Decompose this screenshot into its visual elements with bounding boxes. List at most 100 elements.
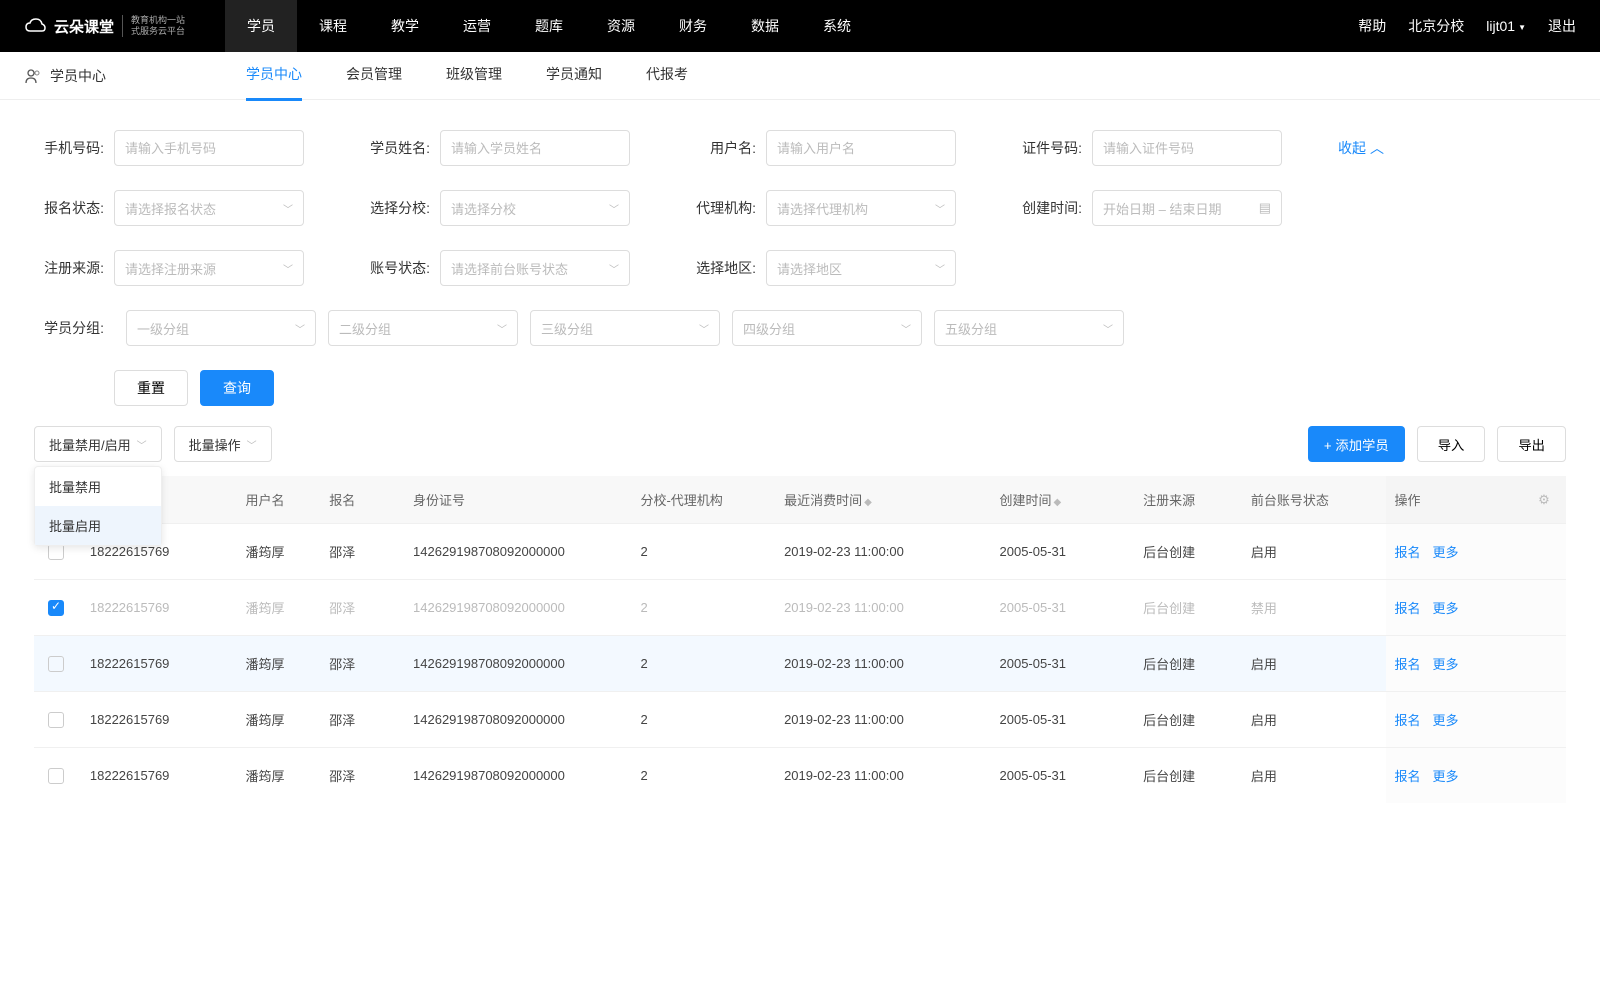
- import-button[interactable]: 导入: [1417, 426, 1486, 462]
- cell-username: 潘筠厚: [237, 524, 321, 580]
- dropdown-menu: 批量禁用 批量启用: [34, 466, 162, 546]
- add-student-button[interactable]: + 添加学员: [1308, 426, 1405, 462]
- group1-select[interactable]: 一级分组﹀: [126, 310, 316, 346]
- nav-item-1[interactable]: 课程: [297, 0, 369, 52]
- col-status[interactable]: 前台账号状态: [1243, 476, 1387, 524]
- group3-select[interactable]: 三级分组﹀: [530, 310, 720, 346]
- col-username[interactable]: 用户名: [237, 476, 321, 524]
- nav-item-4[interactable]: 题库: [513, 0, 585, 52]
- nav-item-3[interactable]: 运营: [441, 0, 513, 52]
- username-input[interactable]: [766, 130, 956, 166]
- col-regsource[interactable]: 注册来源: [1135, 476, 1243, 524]
- col-name[interactable]: 报名: [321, 476, 405, 524]
- name-input[interactable]: [440, 130, 630, 166]
- gear-icon[interactable]: ⚙: [1538, 492, 1550, 507]
- batch-op-dropdown[interactable]: 批量操作﹀: [174, 426, 272, 462]
- enroll-link[interactable]: 报名: [1394, 769, 1420, 784]
- enroll-link[interactable]: 报名: [1394, 657, 1420, 672]
- sub-nav: 学员中心 学员中心会员管理班级管理学员通知 代报考: [0, 52, 1600, 100]
- nav-item-2[interactable]: 教学: [369, 0, 441, 52]
- branch-link[interactable]: 北京分校: [1408, 16, 1464, 36]
- cell-username: 潘筠厚: [237, 748, 321, 804]
- group4-select[interactable]: 四级分组﹀: [732, 310, 922, 346]
- more-link[interactable]: 更多: [1432, 713, 1458, 728]
- table-row: 18222615769潘筠厚邵泽142629198708092000000220…: [34, 636, 1566, 692]
- user-menu[interactable]: lijt01: [1486, 18, 1526, 34]
- search-button[interactable]: 查询: [200, 370, 274, 406]
- batch-disable-item[interactable]: 批量禁用: [35, 467, 161, 506]
- reset-button[interactable]: 重置: [114, 370, 188, 406]
- col-createtime[interactable]: 创建时间◆: [992, 476, 1136, 524]
- enroll-link[interactable]: 报名: [1394, 713, 1420, 728]
- row-checkbox[interactable]: [48, 768, 64, 784]
- idno-input[interactable]: [1092, 130, 1282, 166]
- collapse-toggle[interactable]: 收起︿: [1338, 138, 1384, 158]
- cell-regsource: 后台创建: [1135, 580, 1243, 636]
- more-link[interactable]: 更多: [1432, 769, 1458, 784]
- row-checkbox[interactable]: [48, 600, 64, 616]
- chevron-up-icon: ︿: [1370, 138, 1384, 158]
- branch-select[interactable]: 请选择分校﹀: [440, 190, 630, 226]
- row-checkbox[interactable]: [48, 656, 64, 672]
- cell-name: 邵泽: [321, 580, 405, 636]
- table-row: 18222615769潘筠厚邵泽142629198708092000000220…: [34, 748, 1566, 804]
- acctstatus-select[interactable]: 请选择前台账号状态﹀: [440, 250, 630, 286]
- nav-item-8[interactable]: 系统: [801, 0, 873, 52]
- sub-nav-items: 学员中心会员管理班级管理学员通知 代报考: [246, 50, 688, 101]
- cell-username: 潘筠厚: [237, 636, 321, 692]
- sub-nav-item-2[interactable]: 班级管理: [446, 50, 502, 101]
- more-link[interactable]: 更多: [1432, 657, 1458, 672]
- cell-regsource: 后台创建: [1135, 748, 1243, 804]
- regsource-label: 注册来源:: [34, 258, 104, 278]
- createtime-label: 创建时间:: [1012, 198, 1082, 218]
- sub-nav-item-1[interactable]: 会员管理: [346, 50, 402, 101]
- enroll-status-select[interactable]: 请选择报名状态﹀: [114, 190, 304, 226]
- more-link[interactable]: 更多: [1432, 601, 1458, 616]
- name-label: 学员姓名:: [360, 138, 430, 158]
- phone-label: 手机号码:: [34, 138, 104, 158]
- regsource-select[interactable]: 请选择注册来源﹀: [114, 250, 304, 286]
- nav-item-5[interactable]: 资源: [585, 0, 657, 52]
- cell-idno: 142629198708092000000: [405, 748, 632, 804]
- cloud-icon: [24, 17, 46, 35]
- col-branch[interactable]: 分校-代理机构: [632, 476, 776, 524]
- sub-nav-item-3[interactable]: 学员通知: [546, 50, 602, 101]
- enroll-link[interactable]: 报名: [1394, 545, 1420, 560]
- group5-select[interactable]: 五级分组﹀: [934, 310, 1124, 346]
- more-link[interactable]: 更多: [1432, 545, 1458, 560]
- sort-icon: ◆: [1054, 497, 1062, 508]
- agency-label: 代理机构:: [686, 198, 756, 218]
- chevron-down-icon: ﹀: [935, 261, 945, 276]
- nav-item-0[interactable]: 学员: [225, 0, 297, 52]
- cell-regsource: 后台创建: [1135, 524, 1243, 580]
- enroll-link[interactable]: 报名: [1394, 601, 1420, 616]
- nav-item-7[interactable]: 数据: [729, 0, 801, 52]
- region-select[interactable]: 请选择地区﹀: [766, 250, 956, 286]
- col-idno[interactable]: 身份证号: [405, 476, 632, 524]
- export-button[interactable]: 导出: [1497, 426, 1566, 462]
- batch-enable-item[interactable]: 批量启用: [35, 506, 161, 545]
- logo[interactable]: 云朵课堂 教育机构一站式服务云平台: [24, 15, 185, 37]
- col-lastspend[interactable]: 最近消费时间◆: [776, 476, 991, 524]
- chevron-down-icon: ﹀: [609, 201, 619, 216]
- cell-lastspend: 2019-02-23 11:00:00: [776, 748, 991, 804]
- group2-select[interactable]: 二级分组﹀: [328, 310, 518, 346]
- cell-name: 邵泽: [321, 692, 405, 748]
- user-icon: [24, 67, 42, 85]
- chevron-down-icon: ﹀: [935, 201, 945, 216]
- row-checkbox[interactable]: [48, 544, 64, 560]
- agency-select[interactable]: 请选择代理机构﹀: [766, 190, 956, 226]
- row-checkbox[interactable]: [48, 712, 64, 728]
- table-row: 18222615769潘筠厚邵泽142629198708092000000220…: [34, 692, 1566, 748]
- cell-status: 启用: [1243, 692, 1387, 748]
- help-link[interactable]: 帮助: [1358, 16, 1386, 36]
- chevron-down-icon: ﹀: [1103, 321, 1113, 336]
- phone-input[interactable]: [114, 130, 304, 166]
- sub-nav-item-4[interactable]: 代报考: [646, 50, 688, 101]
- batch-toggle-dropdown[interactable]: 批量禁用/启用﹀: [34, 426, 162, 462]
- cell-username: 潘筠厚: [237, 580, 321, 636]
- nav-item-6[interactable]: 财务: [657, 0, 729, 52]
- daterange-input[interactable]: 开始日期 – 结束日期▤: [1092, 190, 1282, 226]
- sub-nav-item-0[interactable]: 学员中心: [246, 50, 302, 101]
- logout-link[interactable]: 退出: [1548, 16, 1576, 36]
